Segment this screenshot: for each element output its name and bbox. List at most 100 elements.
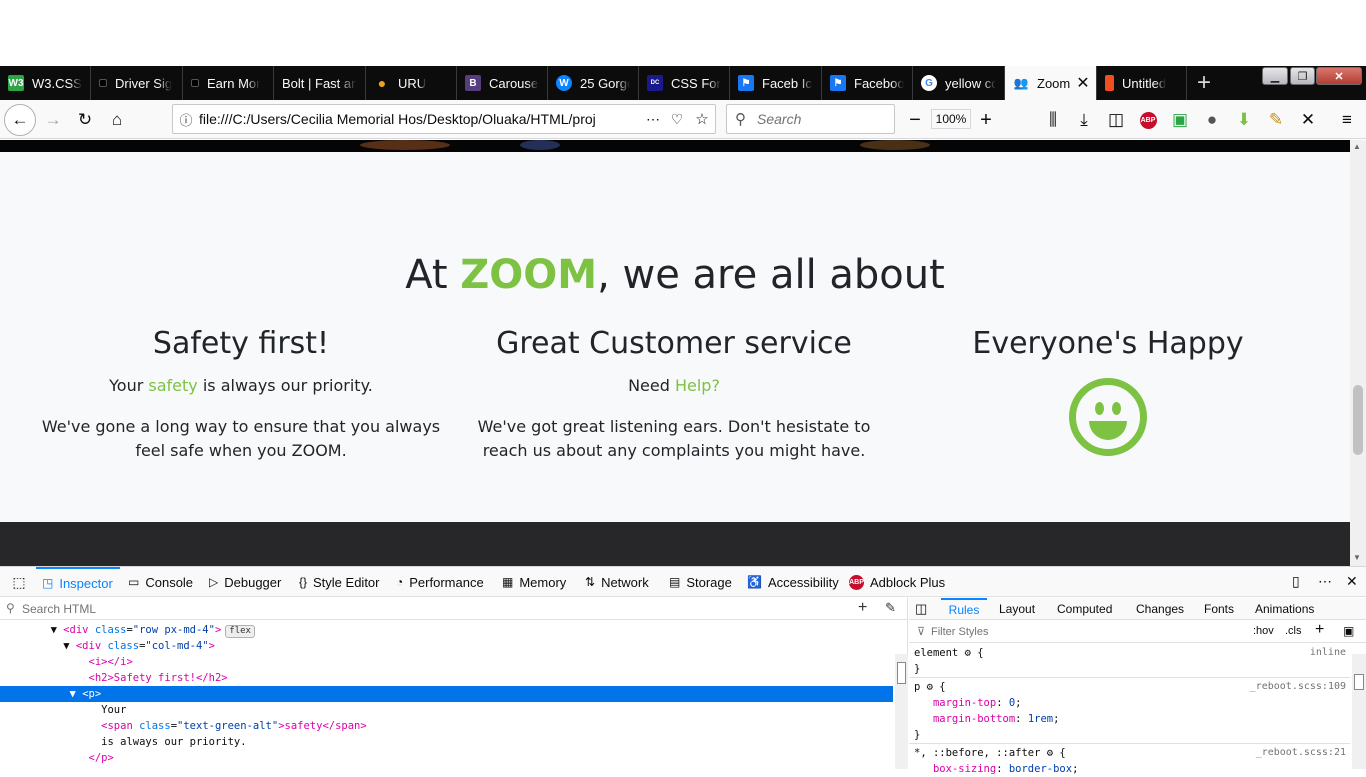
adblock-icon[interactable]: ABP (1135, 107, 1161, 133)
tab-console[interactable]: ▭ Console (128, 567, 193, 597)
dom-node[interactable]: Your (0, 702, 893, 718)
css-property[interactable]: box-sizing (933, 763, 996, 775)
scrollbar-thumb[interactable] (897, 662, 906, 684)
more-options-icon[interactable]: ⋯ (1318, 573, 1332, 590)
zoom-level[interactable]: 100% (931, 109, 971, 129)
tab-driver-sig[interactable]: Driver Sig (91, 66, 183, 100)
dom-node[interactable]: is always our priority. (0, 734, 893, 750)
tab-changes[interactable]: Changes (1136, 598, 1184, 620)
menu-icon[interactable]: ≡ (1334, 107, 1360, 133)
pocket-icon[interactable]: ♡ (665, 111, 689, 128)
tab-carousel[interactable]: B Carousel (457, 66, 548, 100)
scroll-down-icon[interactable]: ▼ (1353, 553, 1361, 562)
tab-rules[interactable]: Rules (941, 598, 987, 620)
tab-debugger[interactable]: ▷ Debugger (209, 567, 281, 597)
account-icon[interactable]: ● (1199, 107, 1225, 133)
scrollbar-thumb[interactable] (1354, 674, 1364, 690)
rule-source-link[interactable]: _reboot.scss:109 (1250, 679, 1346, 695)
url-text[interactable]: file:///C:/Users/Cecilia Memorial Hos/De… (199, 111, 641, 127)
filter-styles-input[interactable]: ⊽ Filter Styles :hov .cls + ▣ (909, 621, 1366, 643)
tab-uru[interactable]: ● URU (366, 66, 457, 100)
help-link[interactable]: Help? (675, 376, 720, 395)
maximize-button[interactable]: ❐ (1290, 67, 1315, 85)
css-property[interactable]: margin-bottom (933, 713, 1015, 725)
markup-scrollbar[interactable] (895, 654, 908, 769)
dom-node[interactable]: ▼ <div class="col-md-4"> (0, 638, 893, 654)
add-rule-icon[interactable]: + (1315, 621, 1324, 639)
hov-toggle[interactable]: :hov (1253, 625, 1274, 637)
search-input[interactable]: ⚲ Search (726, 104, 895, 134)
tab-memory[interactable]: ▦ Memory (502, 567, 566, 597)
search-html-input[interactable]: ⚲ Search HTML + ✎ (0, 598, 908, 620)
address-bar[interactable]: ⓘ file:///C:/Users/Cecilia Memorial Hos/… (172, 104, 716, 134)
extension-x-icon[interactable]: ✕ (1295, 107, 1321, 133)
css-property[interactable]: margin-top (933, 697, 996, 709)
download-helper-icon[interactable]: ⬇ (1231, 107, 1257, 133)
info-icon[interactable]: ⓘ (173, 110, 199, 129)
tab-yellow-co[interactable]: G yellow co (913, 66, 1005, 100)
tab-computed[interactable]: Computed (1057, 598, 1112, 620)
minimize-button[interactable]: ▁ (1262, 67, 1288, 85)
css-declaration[interactable]: margin-bottom: 1rem; (914, 711, 1350, 727)
new-tab-button[interactable]: + (1190, 66, 1218, 100)
close-tab-icon[interactable]: ✕ (1070, 73, 1089, 93)
dom-node[interactable]: <h2>Safety first!</h2> (0, 670, 893, 686)
css-value[interactable]: border-box (1009, 763, 1072, 775)
print-media-icon[interactable]: ▣ (1343, 624, 1354, 638)
dom-node[interactable]: <span class="text-green-alt">safety</spa… (0, 718, 893, 734)
downloads-icon[interactable]: ⤓ (1071, 107, 1097, 133)
tab-network[interactable]: ⇅ Network (585, 567, 649, 597)
zoom-in-button[interactable]: + (973, 107, 999, 133)
tab-performance[interactable]: ◔ Performance (396, 567, 484, 597)
tab-25-gorge[interactable]: W 25 Gorge (548, 66, 639, 100)
reload-button[interactable]: ↻ (72, 107, 98, 133)
page-actions-icon[interactable]: ⋯ (641, 111, 665, 128)
tab-layout[interactable]: Layout (999, 598, 1035, 620)
layout-toggle-icon[interactable]: ◫ (915, 598, 927, 620)
tab-storage[interactable]: ▤ Storage (669, 567, 732, 597)
cls-toggle[interactable]: .cls (1285, 625, 1302, 637)
tab-untitled[interactable]: Untitled (1097, 66, 1187, 100)
tab-style-editor[interactable]: {} Style Editor (299, 567, 380, 597)
home-button[interactable]: ⌂ (104, 107, 130, 133)
rule-selector[interactable]: element ⚙ { (914, 645, 1350, 661)
tab-zoom[interactable]: 👥 Zoom ✕ (1005, 66, 1097, 100)
tab-faceb-ico[interactable]: ⚑ Faceb Ico (730, 66, 822, 100)
scroll-up-icon[interactable]: ▲ (1353, 142, 1361, 151)
close-window-button[interactable]: ✕ (1316, 67, 1362, 85)
tab-bolt[interactable]: Bolt | Fast and (274, 66, 366, 100)
bookmark-star-icon[interactable]: ☆ (689, 110, 715, 128)
back-button[interactable]: ← (4, 104, 36, 136)
eyedropper-icon[interactable]: ✎ (885, 600, 896, 616)
tab-adblock-plus[interactable]: ABP Adblock Plus (849, 567, 945, 597)
add-node-icon[interactable]: + (858, 599, 867, 617)
extension-green-icon[interactable]: ▣ (1167, 107, 1193, 133)
css-declaration[interactable]: box-sizing: border-box; (914, 761, 1350, 777)
tab-css-font[interactable]: DC CSS Font (639, 66, 730, 100)
rule-source-link[interactable]: inline (1310, 645, 1346, 661)
tab-animations[interactable]: Animations (1255, 598, 1314, 620)
extension-pencil-icon[interactable]: ✎ (1263, 107, 1289, 133)
forward-button[interactable]: → (40, 107, 66, 133)
responsive-mode-icon[interactable]: ▯ (1292, 573, 1300, 590)
rules-scrollbar[interactable] (1352, 654, 1366, 769)
tab-earn-mor[interactable]: Earn Mor (183, 66, 274, 100)
tab-inspector[interactable]: ◳ Inspector (36, 567, 120, 597)
element-picker-icon[interactable]: ⬚ (8, 567, 30, 597)
dom-node[interactable]: <i></i> (0, 654, 893, 670)
tab-w3css[interactable]: W3 W3.CSS C (0, 66, 91, 100)
rule-source-link[interactable]: _reboot.scss:21 (1256, 745, 1346, 761)
css-value[interactable]: 1rem (1028, 713, 1053, 725)
sidebar-icon[interactable]: ◫ (1103, 107, 1129, 133)
dom-node[interactable]: </p> (0, 750, 893, 766)
tab-accessibility[interactable]: ♿ Accessibility (747, 567, 839, 597)
dom-node[interactable]: ▼ <div class="row px-md-4"> flex (0, 622, 893, 638)
css-declaration[interactable]: margin-top: 0; (914, 695, 1350, 711)
dom-node[interactable]: ▼ <p> (0, 686, 893, 702)
zoom-out-button[interactable]: − (902, 107, 928, 133)
scrollbar-thumb[interactable] (1353, 385, 1363, 455)
tab-facebook[interactable]: ⚑ Facebook (822, 66, 913, 100)
tab-fonts[interactable]: Fonts (1204, 598, 1234, 620)
close-devtools-icon[interactable]: ✕ (1346, 573, 1358, 590)
page-scrollbar[interactable]: ▲ ▼ (1350, 140, 1366, 566)
